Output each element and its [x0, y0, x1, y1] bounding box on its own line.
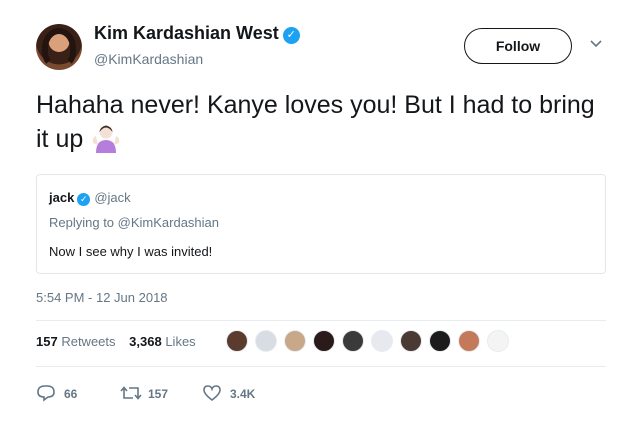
heart-icon: [203, 385, 221, 402]
quote-author-handle[interactable]: @jack: [94, 190, 130, 205]
replying-prefix: Replying to: [49, 215, 118, 230]
liker-avatar[interactable]: [313, 330, 335, 352]
author-name-text[interactable]: Kim Kardashian West: [94, 23, 279, 43]
reply-icon: [37, 385, 55, 402]
quote-replying-to: Replying to @KimKardashian: [49, 215, 219, 230]
author-avatar[interactable]: [36, 24, 82, 70]
liker-avatar[interactable]: [226, 330, 248, 352]
liker-avatar[interactable]: [284, 330, 306, 352]
engagement-stats: 157 Retweets 3,368 Likes: [36, 334, 206, 349]
liker-avatar[interactable]: [458, 330, 480, 352]
follow-button[interactable]: Follow: [464, 28, 572, 64]
verified-badge-icon: ✓: [282, 27, 300, 44]
quote-author-name[interactable]: jack: [49, 190, 74, 205]
quoted-tweet-card[interactable]: jack ✓ @jack Replying to @KimKardashian No…: [36, 174, 606, 274]
likes-count[interactable]: 3,368: [129, 334, 162, 349]
like-count: 3.4K: [230, 387, 256, 401]
quote-text: Now I see why I was invited!: [49, 244, 213, 259]
liker-avatar[interactable]: [342, 330, 364, 352]
author-handle[interactable]: @KimKardashian: [94, 51, 203, 67]
retweet-count: 157: [148, 387, 169, 401]
liker-avatar[interactable]: [371, 330, 393, 352]
liker-avatar[interactable]: [400, 330, 422, 352]
liker-avatar[interactable]: [487, 330, 509, 352]
divider-bottom: [36, 366, 606, 367]
liker-avatar[interactable]: [429, 330, 451, 352]
chevron-down-icon[interactable]: [590, 40, 602, 48]
likers-avatars: [226, 330, 516, 356]
replying-to-link[interactable]: @KimKardashian: [118, 215, 219, 230]
avatar-hair: [42, 28, 76, 68]
tweet-timestamp[interactable]: 5:54 PM - 12 Jun 2018: [36, 290, 168, 305]
quote-verified-badge-icon: ✓: [77, 193, 91, 206]
divider-top: [36, 320, 606, 321]
retweet-icon: [120, 386, 142, 400]
person-raising-hands-emoji-icon: [93, 125, 120, 153]
likes-label[interactable]: Likes: [165, 334, 195, 349]
liker-avatar[interactable]: [255, 330, 277, 352]
quote-author[interactable]: jack ✓ @jack: [49, 190, 131, 206]
tweet-text: Hahaha never! Kanye loves you! But I had…: [36, 88, 606, 156]
retweets-label[interactable]: Retweets: [61, 334, 115, 349]
retweets-count[interactable]: 157: [36, 334, 58, 349]
reply-count: 66: [64, 387, 78, 401]
author-display-name[interactable]: Kim Kardashian West ✓: [94, 23, 300, 44]
